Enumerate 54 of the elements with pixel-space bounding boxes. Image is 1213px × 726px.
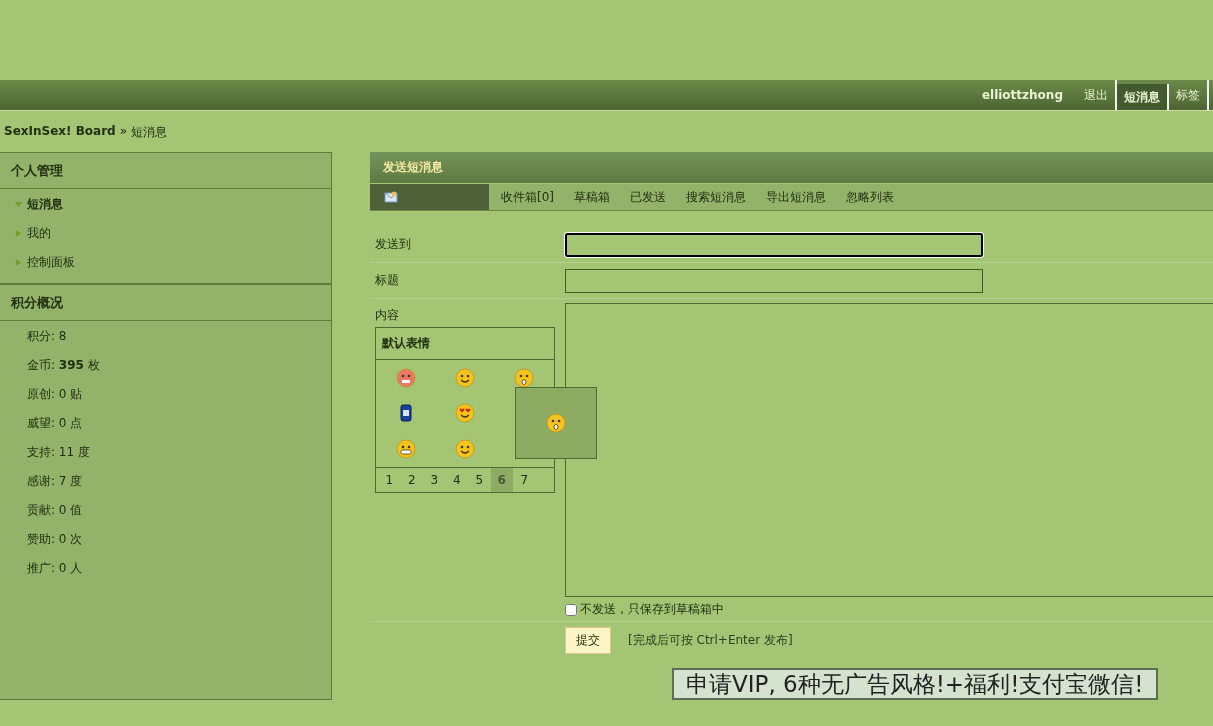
can-icon[interactable]: [399, 404, 412, 423]
tab[interactable]: 草稿箱: [564, 184, 620, 210]
stat-text: 赞助: 0 次: [27, 531, 83, 548]
nav-link[interactable]: 短消息: [1117, 84, 1169, 110]
username-link[interactable]: elliottzhong: [981, 88, 1063, 102]
text-input[interactable]: [565, 232, 983, 257]
page-link[interactable]: 1: [378, 468, 401, 492]
nav-link[interactable]: 标签: [1169, 80, 1209, 110]
smiley-icon: [546, 413, 566, 433]
sidebar-section-title: 个人管理: [0, 153, 331, 189]
stat-text: 支持: 11 度: [27, 444, 90, 461]
vip-banner-link[interactable]: 申请VIP, 6种无广告风格!+福利!支付宝微信!: [672, 668, 1158, 700]
sidebar-section-title: 积分概况: [0, 285, 331, 321]
envelope-icon: [384, 191, 398, 203]
page-link[interactable]: 7: [513, 468, 536, 492]
stat-text: 推广: 0 人: [27, 560, 83, 577]
smiley-icon[interactable]: [455, 367, 475, 388]
tab[interactable]: 搜索短消息: [676, 184, 756, 210]
stat-text: 金币: 395 枚: [27, 357, 100, 374]
submit-button[interactable]: 提交: [565, 626, 611, 654]
sidebar-item[interactable]: 我的: [27, 225, 51, 242]
stat-text: 贡献: 0 值: [27, 502, 83, 519]
breadcrumb-current: 短消息: [131, 124, 168, 139]
tab[interactable]: 已发送: [620, 184, 676, 210]
checkbox-label: 不发送，只保存到草稿箱中: [580, 601, 724, 618]
page-link[interactable]: 2: [400, 468, 423, 492]
hint-text: [完成后可按 Ctrl+Enter 发布]: [628, 631, 793, 649]
smiley-icon[interactable]: [455, 439, 475, 460]
sidebar-item[interactable]: 短消息: [27, 196, 63, 213]
stat-text: 原创: 0 贴: [27, 386, 83, 403]
tab[interactable]: 收件箱[0]: [491, 184, 564, 210]
checkbox[interactable]: [565, 603, 577, 616]
breadcrumb-home-link[interactable]: SexInSex! Board: [4, 124, 116, 139]
page-link[interactable]: 5: [468, 468, 491, 492]
tab[interactable]: 忽略列表: [836, 184, 904, 210]
smiley-icon[interactable]: [455, 403, 475, 424]
breadcrumb-separator: »: [119, 124, 128, 139]
field-label: 发送到: [375, 236, 412, 253]
text-input[interactable]: [565, 268, 983, 293]
page-link[interactable]: 3: [423, 468, 446, 492]
panel-title: 发送短消息: [383, 159, 443, 176]
sidebar-item[interactable]: 控制面板: [27, 254, 75, 271]
smiley-icon[interactable]: [514, 367, 535, 388]
stat-text: 积分: 8: [27, 328, 67, 345]
smiley-icon[interactable]: [395, 367, 416, 388]
tab[interactable]: 导出短消息: [756, 184, 836, 210]
compose-tab[interactable]: [370, 184, 489, 210]
stat-text: 威望: 0 点: [27, 415, 83, 432]
smiley-icon[interactable]: [395, 439, 416, 460]
smilies-title: 默认表情: [376, 328, 554, 360]
field-label: 标题: [375, 272, 400, 289]
page-link[interactable]: 4: [445, 468, 468, 492]
stat-text: 感谢: 7 度: [27, 473, 83, 490]
field-label: 内容: [375, 307, 400, 324]
